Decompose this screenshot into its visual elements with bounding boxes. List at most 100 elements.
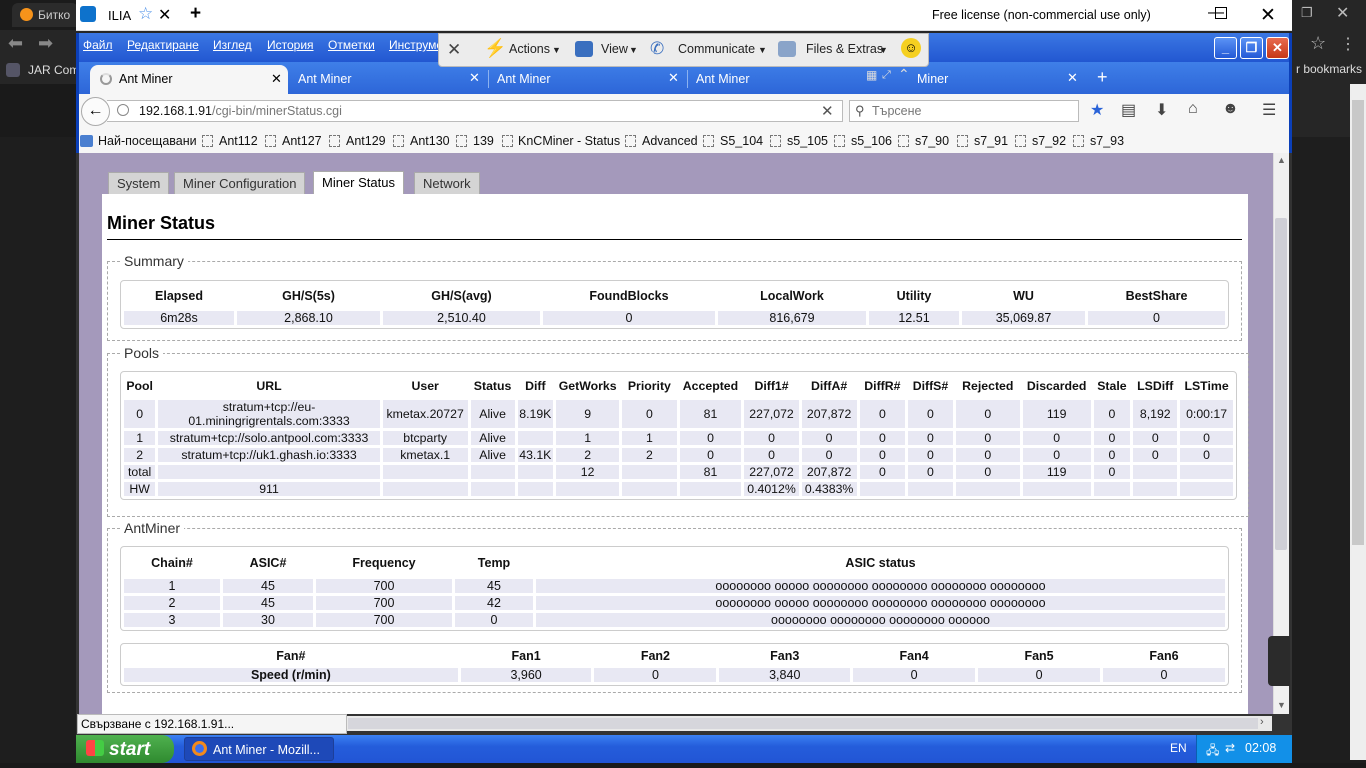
scroll-right-icon[interactable]: › [1260,716,1264,728]
maximize-icon[interactable] [1215,7,1227,19]
scroll-thumb[interactable] [1275,218,1287,550]
bookmark-item[interactable]: Ant112 [219,134,258,148]
view-menu[interactable]: View [601,42,628,56]
teamviewer-tray-icon[interactable]: ⇄ [1225,741,1235,755]
files-extras-menu[interactable]: Files & Extras [806,42,883,56]
bookmark-star-icon[interactable]: ★ [1090,100,1104,120]
search-input[interactable]: Търсене [849,100,1079,122]
bookmark-item[interactable]: s7_90 [915,134,949,148]
pools-cell: Alive [470,448,515,462]
outer-star-icon[interactable]: ☆ [1310,33,1326,54]
chain-cell: 700 [316,579,452,593]
bookmark-item[interactable]: Ant130 [410,134,450,148]
search-icon: ⚲ [855,103,865,118]
bookmark-item[interactable]: Ant129 [346,134,386,148]
chain-cell: oooooooo oooooooo oooooooo oooooo [536,613,1225,627]
tab-close-icon[interactable]: ✕ [271,71,282,87]
xp-minimize-button[interactable]: _ [1214,37,1237,59]
menu-bookmarks[interactable]: Отметки [328,38,375,52]
new-session-icon[interactable]: + [190,3,201,25]
new-tab-icon[interactable]: + [1097,67,1108,88]
back-button[interactable]: ← [81,97,110,126]
grid-icon[interactable]: ▦ [866,68,877,82]
hamburger-menu-icon[interactable]: ☰ [1262,100,1276,120]
chain-cell: 700 [316,596,452,610]
outer-close-icon[interactable]: ✕ [1336,3,1349,23]
tab-active[interactable]: Ant Miner ✕ [90,65,288,94]
other-bookmarks[interactable]: r bookmarks [1296,62,1362,76]
outer-back-icon[interactable]: ⬅ [8,33,23,54]
outer-scroll-thumb[interactable] [1352,100,1364,545]
bookmark-most-visited[interactable]: Най-посещавани [98,134,197,148]
collapse-panel-icon[interactable]: ⌃ [898,66,910,83]
home-icon[interactable]: ⌂ [1188,100,1198,118]
language-indicator[interactable]: EN [1170,741,1187,755]
pools-row: total 12 81 227,072 207,872 0 0 0 119 0 [124,465,1233,479]
smiley-icon[interactable]: ☺ [901,38,921,58]
tab-miner-status[interactable]: Miner Status [313,171,404,195]
menu-edit[interactable]: Редактиране [127,38,199,52]
outer-forward-icon[interactable]: ➡ [38,33,53,54]
bookmark-item[interactable]: s7_91 [974,134,1008,148]
tab-5[interactable]: Miner [909,66,948,92]
tab-close-icon[interactable]: ✕ [668,70,679,86]
close-icon[interactable]: ✕ [1260,4,1276,27]
pools-cell: 0 [1022,431,1091,445]
xp-close-button[interactable]: ✕ [1266,37,1289,59]
page-icon [834,135,845,147]
horizontal-scroll-thumb[interactable] [348,718,1258,729]
pools-header: Stale [1097,379,1127,393]
bookmark-item[interactable]: s7_92 [1032,134,1066,148]
tab-system[interactable]: System [108,172,170,194]
outer-menu-icon[interactable]: ⋮ [1340,34,1356,54]
menu-file[interactable]: Файл [83,38,113,52]
bookmark-item[interactable]: 139 [473,134,494,148]
network-icon[interactable]: 🖧 [1206,741,1219,762]
session-tab-title[interactable]: ILIA [108,8,131,23]
pools-cell [1022,482,1091,496]
chat-icon[interactable]: ☻ [1222,100,1239,118]
tab-3[interactable]: Ant Miner [489,66,551,92]
tab-close-icon[interactable]: ✕ [1067,70,1078,86]
tab-2[interactable]: Ant Miner [290,66,352,92]
bookmark-item[interactable]: Ant127 [282,134,322,148]
scroll-down-icon[interactable]: ▼ [1277,700,1286,710]
summary-legend: Summary [124,253,184,269]
download-icon[interactable]: ⬇ [1155,100,1168,120]
stop-icon[interactable]: ✕ [821,102,834,120]
menu-history[interactable]: История [267,38,314,52]
scroll-up-icon[interactable]: ▲ [1277,155,1286,165]
tab-4[interactable]: Ant Miner [688,66,750,92]
close-session-icon[interactable]: ✕ [158,5,171,25]
bookmark-item[interactable]: KnCMiner - Status [518,134,620,148]
outer-tab[interactable]: Битко [12,3,78,27]
summary-value: 2,868.10 [237,311,380,325]
bookmark-item[interactable]: s5_105 [787,134,828,148]
url-bar[interactable]: 192.168.1.91/cgi-bin/minerStatus.cgi [107,100,843,122]
bookmark-item[interactable]: S5_104 [720,134,763,148]
teamviewer-side-widget[interactable] [1268,636,1290,686]
tab-miner-configuration[interactable]: Miner Configuration [174,172,306,194]
outer-bookmark[interactable]: JAR Com [28,63,79,77]
outer-restore-icon[interactable]: ❐ [1301,5,1313,21]
favorite-star-icon[interactable]: ☆ [138,4,153,24]
xp-restore-button[interactable]: ❐ [1240,37,1263,59]
tab-network[interactable]: Network [414,172,480,194]
close-connection-icon[interactable]: ✕ [447,40,461,60]
pools-cell: total [124,465,156,479]
chain-cell: 45 [223,596,313,610]
bookmark-item[interactable]: Advanced [642,134,698,148]
pools-cell: 0 [859,448,906,462]
clipboard-icon[interactable]: ▤ [1121,100,1136,120]
tab-close-icon[interactable]: ✕ [469,70,480,86]
pools-cell: 9 [556,400,620,428]
bookmark-item[interactable]: s5_106 [851,134,892,148]
menu-view[interactable]: Изглед [213,38,252,52]
communicate-menu[interactable]: Communicate [678,42,755,56]
pools-cell: 0 [744,448,799,462]
fullscreen-icon[interactable]: ⤢ [882,69,891,82]
bookmark-item[interactable]: s7_93 [1090,134,1124,148]
menu-tools[interactable]: Инструме [389,38,443,52]
actions-menu[interactable]: Actions [509,42,550,56]
pools-cell: 2 [622,448,677,462]
